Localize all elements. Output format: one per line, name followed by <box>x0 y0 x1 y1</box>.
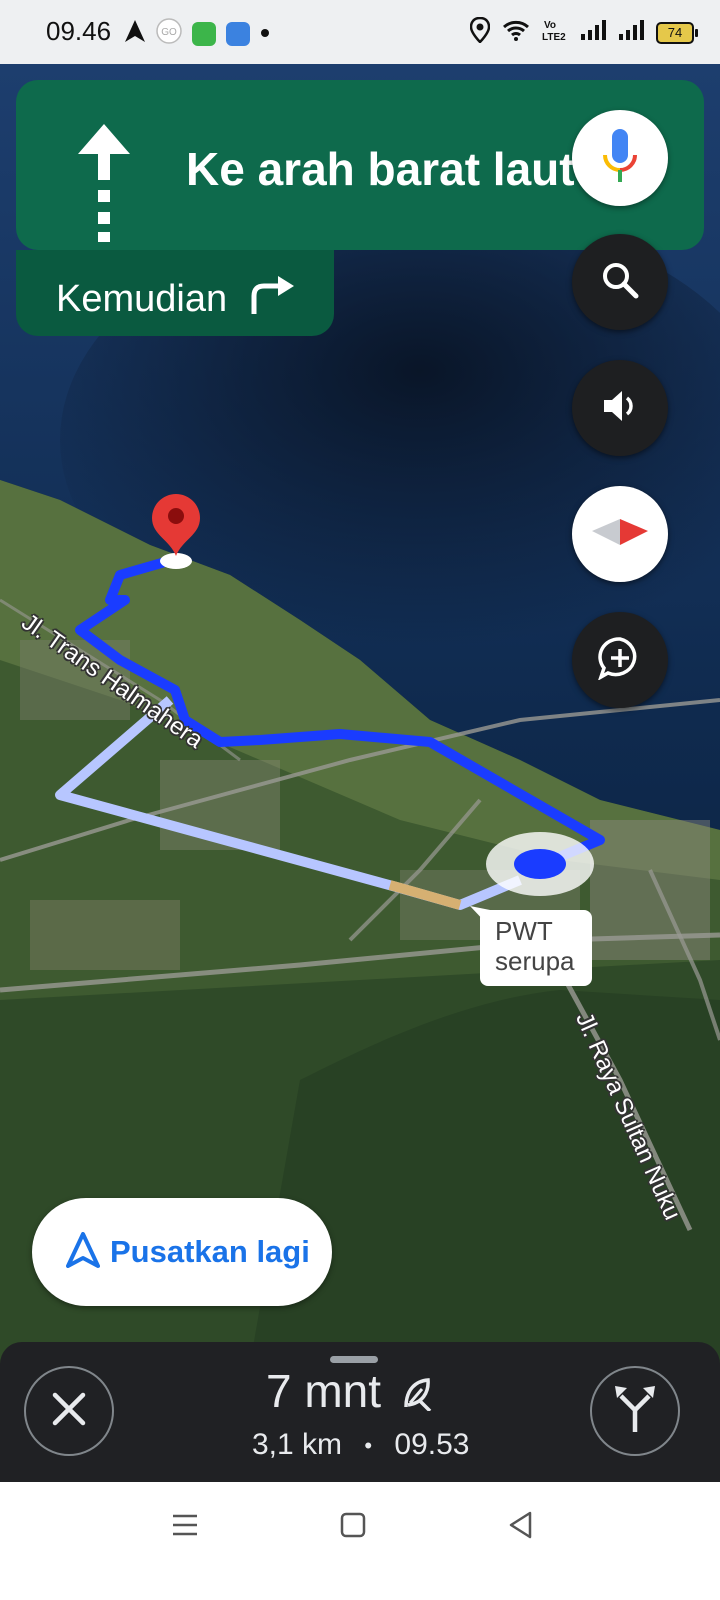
trip-arrival: 09.53 <box>394 1428 470 1461</box>
messages-icon <box>192 21 216 46</box>
system-icons: Vo LTE2 74 <box>469 16 698 48</box>
eco-leaf-icon <box>402 1368 432 1422</box>
system-navigation-bar <box>0 1482 720 1600</box>
gojek-icon: GO <box>156 18 182 49</box>
home-icon[interactable] <box>340 1512 366 1543</box>
navigation-arrow-icon <box>66 1231 100 1273</box>
trip-duration-text: 7 mnt <box>266 1365 382 1417</box>
current-location-icon <box>486 832 594 896</box>
callout-line-2: serupa <box>495 946 575 976</box>
callout-line-1: PWT <box>495 916 553 946</box>
compass-icon <box>590 517 650 552</box>
svg-text:Vo: Vo <box>544 20 556 31</box>
drag-handle[interactable] <box>330 1356 378 1363</box>
battery-icon: 74 <box>656 21 698 44</box>
fork-route-icon <box>613 1384 657 1439</box>
straight-arrow-icon <box>76 120 132 251</box>
trip-duration: 7 mnt <box>266 1364 432 1422</box>
navigation-arrow-icon <box>124 19 146 48</box>
compass-button[interactable] <box>572 486 668 582</box>
search-button[interactable] <box>572 234 668 330</box>
add-report-button[interactable] <box>572 612 668 708</box>
close-icon <box>49 1389 89 1434</box>
app-icon <box>226 21 250 46</box>
signal-icon-2 <box>618 19 644 46</box>
more-notifications-icon <box>260 25 270 43</box>
volte-icon: Vo LTE2 <box>542 18 568 47</box>
turn-right-icon <box>248 276 296 326</box>
add-report-icon <box>597 636 642 685</box>
trip-separator: • <box>364 1433 373 1459</box>
sound-button[interactable] <box>572 360 668 456</box>
location-icon <box>469 16 491 48</box>
route-callout[interactable]: PWT serupa <box>480 910 592 986</box>
then-label-text: Kemudian <box>56 278 228 321</box>
recenter-label: Pusatkan lagi <box>110 1234 310 1269</box>
recenter-button[interactable]: Pusatkan lagi <box>32 1198 332 1306</box>
svg-text:LTE2: LTE2 <box>542 32 566 42</box>
wifi-icon <box>502 19 530 46</box>
close-navigation-button[interactable] <box>24 1366 114 1456</box>
microphone-icon <box>602 128 638 188</box>
then-label: Kemudian <box>56 276 296 326</box>
volume-icon <box>600 386 640 431</box>
alternate-routes-button[interactable] <box>590 1366 680 1456</box>
trip-distance: 3,1 km <box>252 1428 343 1461</box>
status-bar: 09.46 GO Vo LTE2 74 <box>0 0 720 64</box>
menu-icon[interactable] <box>172 1512 198 1543</box>
back-icon[interactable] <box>508 1511 534 1544</box>
trip-details: 3,1 km • 09.53 <box>252 1428 470 1462</box>
svg-text:GO: GO <box>161 27 177 38</box>
search-icon <box>600 260 640 305</box>
signal-icon-1 <box>580 19 606 46</box>
nav-instruction: Ke arah barat laut <box>186 143 575 195</box>
voice-search-button[interactable] <box>572 110 668 206</box>
notification-icons: GO <box>124 18 270 49</box>
status-time: 09.46 <box>46 16 112 46</box>
